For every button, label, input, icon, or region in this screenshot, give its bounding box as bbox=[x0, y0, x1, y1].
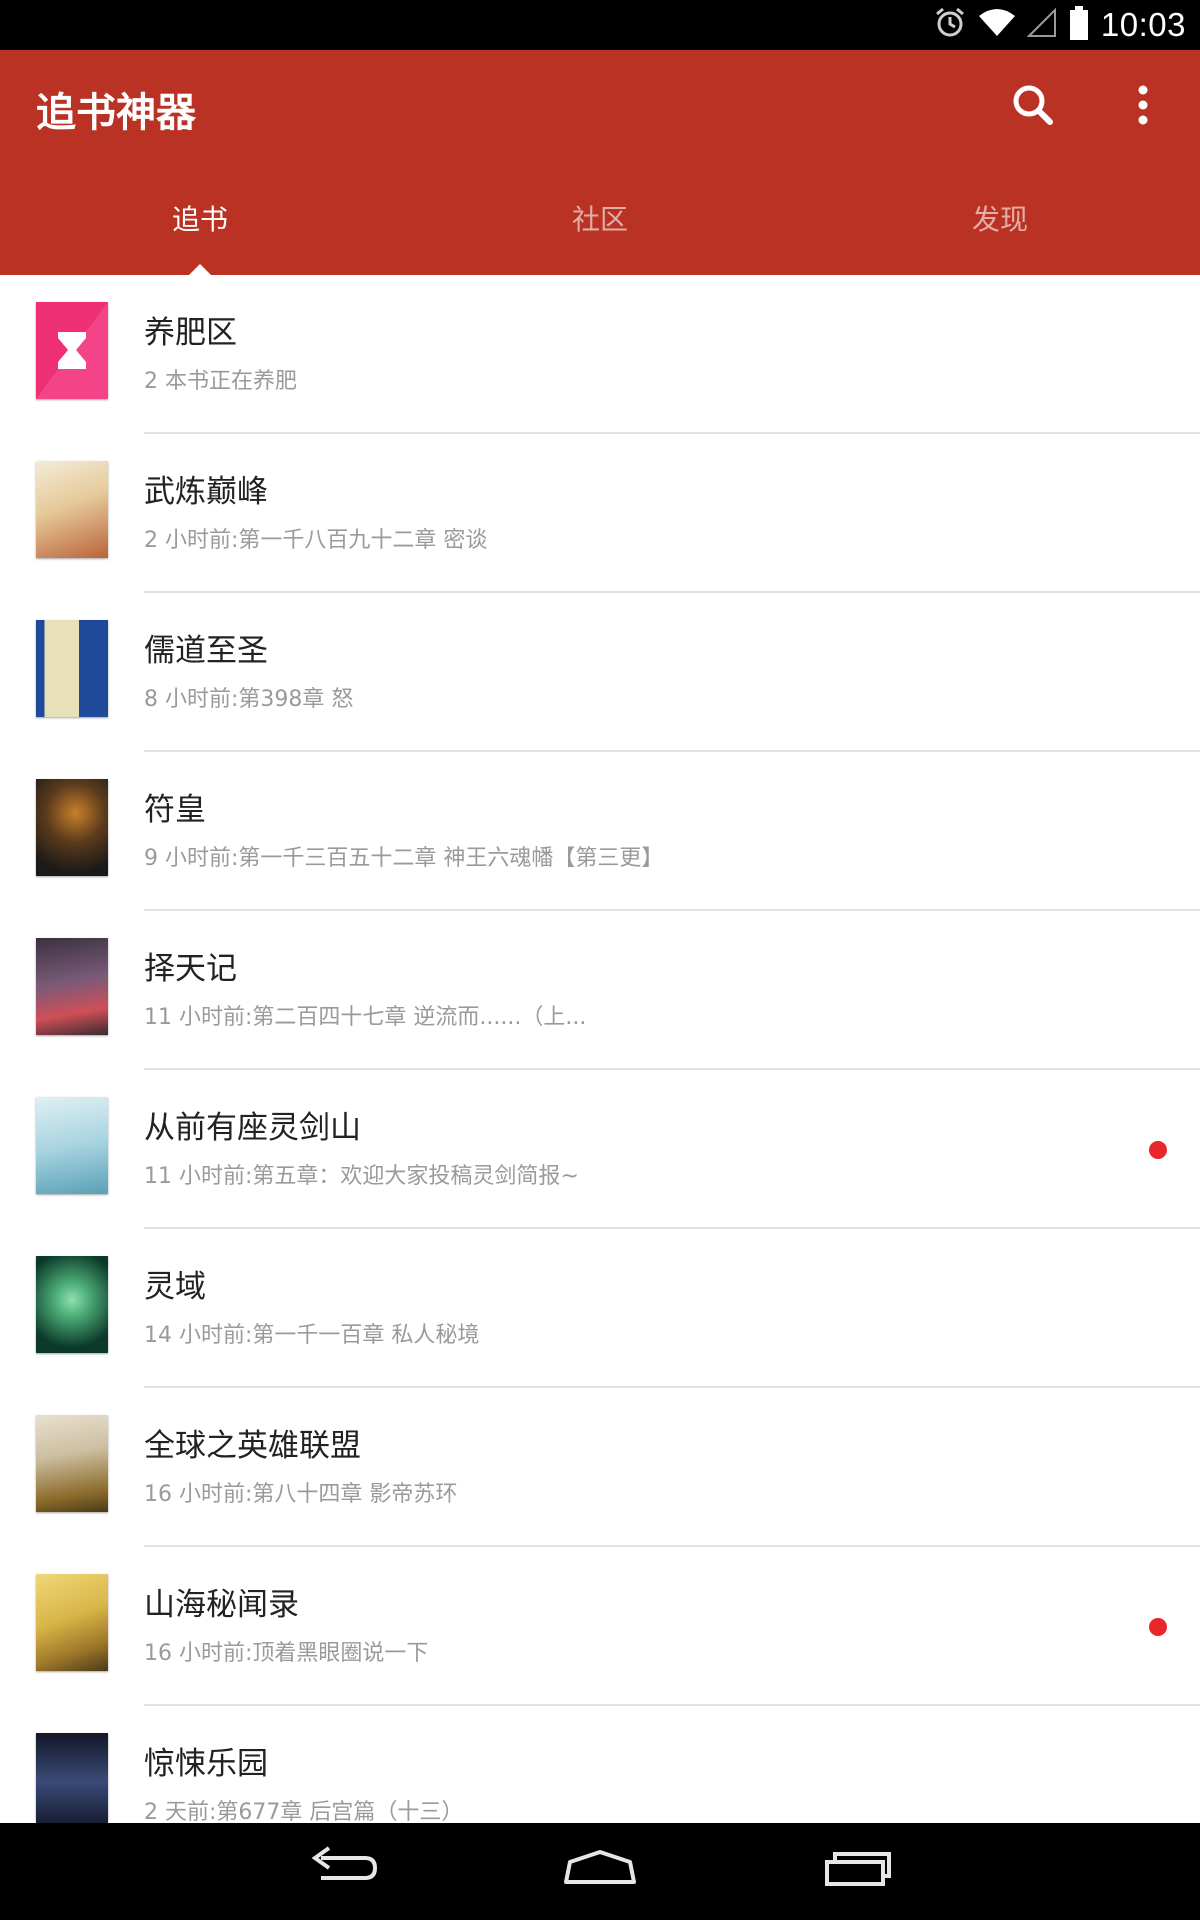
alarm-icon bbox=[933, 6, 967, 44]
list-item[interactable]: 全球之英雄联盟 16 小时前:第八十四章 影帝苏环 bbox=[0, 1388, 1200, 1547]
cell-signal-icon bbox=[1026, 7, 1057, 42]
book-cover bbox=[36, 1097, 108, 1194]
home-icon bbox=[560, 1844, 640, 1898]
recents-button[interactable] bbox=[807, 1841, 907, 1901]
list-item[interactable]: 儒道至圣 8 小时前:第398章 怒 bbox=[0, 593, 1200, 752]
more-vert-icon bbox=[1118, 85, 1168, 134]
book-subtitle: 2 天前:第677章 后宫篇（十三） bbox=[144, 1800, 464, 1823]
book-subtitle: 11 小时前:第二百四十七章 逆流而......（上... bbox=[144, 1005, 587, 1030]
app-bar: 追书神器 追书 社区 发现 bbox=[0, 50, 1200, 275]
home-button[interactable] bbox=[550, 1841, 650, 1901]
list-item[interactable]: 武炼巅峰 2 小时前:第一千八百九十二章 密谈 bbox=[0, 434, 1200, 593]
status-time: 10:03 bbox=[1100, 6, 1186, 43]
status-bar: 10:03 bbox=[0, 0, 1200, 50]
book-cover bbox=[36, 620, 108, 717]
book-cover bbox=[36, 461, 108, 558]
book-subtitle: 16 小时前:第八十四章 影帝苏环 bbox=[144, 1482, 458, 1507]
book-list[interactable]: 养肥区 2 本书正在养肥 武炼巅峰 2 小时前:第一千八百九十二章 密谈 儒道至… bbox=[0, 275, 1200, 1823]
tab-label: 发现 bbox=[971, 202, 1028, 236]
unread-indicator bbox=[1149, 1618, 1167, 1636]
book-title: 武炼巅峰 bbox=[144, 474, 268, 510]
tab-discover[interactable]: 发现 bbox=[800, 160, 1200, 275]
tab-follow[interactable]: 追书 bbox=[0, 160, 400, 275]
tab-indicator bbox=[189, 264, 211, 275]
list-item[interactable]: 灵域 14 小时前:第一千一百章 私人秘境 bbox=[0, 1229, 1200, 1388]
book-subtitle: 14 小时前:第一千一百章 私人秘境 bbox=[144, 1323, 480, 1348]
navigation-bar bbox=[0, 1823, 1200, 1920]
hourglass-icon bbox=[36, 302, 108, 399]
tab-community[interactable]: 社区 bbox=[400, 160, 800, 275]
search-icon bbox=[1008, 85, 1058, 134]
book-title: 惊悚乐园 bbox=[144, 1746, 268, 1782]
book-title: 灵域 bbox=[144, 1269, 206, 1305]
list-item[interactable]: 择天记 11 小时前:第二百四十七章 逆流而......（上... bbox=[0, 911, 1200, 1070]
book-cover bbox=[36, 938, 108, 1035]
list-item[interactable]: 符皇 9 小时前:第一千三百五十二章 神王六魂幡【第三更】 bbox=[0, 752, 1200, 911]
book-subtitle: 16 小时前:顶着黑眼圈说一下 bbox=[144, 1641, 429, 1666]
list-item[interactable]: 从前有座灵剑山 11 小时前:第五章：欢迎大家投稿灵剑简报~ bbox=[0, 1070, 1200, 1229]
book-cover bbox=[36, 1256, 108, 1353]
status-icons: 10:03 bbox=[933, 0, 1186, 50]
book-title: 从前有座灵剑山 bbox=[144, 1110, 361, 1146]
book-title: 养肥区 bbox=[144, 315, 237, 351]
list-item[interactable]: 惊悚乐园 2 天前:第677章 后宫篇（十三） bbox=[0, 1706, 1200, 1823]
tab-label: 追书 bbox=[171, 202, 228, 236]
book-title: 全球之英雄联盟 bbox=[144, 1428, 361, 1464]
book-title: 择天记 bbox=[144, 951, 237, 987]
book-cover bbox=[36, 779, 108, 876]
hourglass-cover bbox=[36, 302, 108, 399]
back-icon bbox=[303, 1844, 383, 1898]
wifi-icon bbox=[978, 8, 1015, 42]
book-subtitle: 2 小时前:第一千八百九十二章 密谈 bbox=[144, 528, 488, 553]
book-subtitle: 2 本书正在养肥 bbox=[144, 369, 297, 394]
book-cover bbox=[36, 1574, 108, 1671]
back-button[interactable] bbox=[293, 1841, 393, 1901]
book-subtitle: 8 小时前:第398章 怒 bbox=[144, 687, 354, 712]
battery-icon bbox=[1069, 6, 1089, 44]
list-item-fattening[interactable]: 养肥区 2 本书正在养肥 bbox=[0, 275, 1200, 434]
book-title: 符皇 bbox=[144, 792, 206, 828]
list-item[interactable]: 山海秘闻录 16 小时前:顶着黑眼圈说一下 bbox=[0, 1547, 1200, 1706]
book-cover bbox=[36, 1733, 108, 1823]
tab-label: 社区 bbox=[571, 202, 628, 236]
more-options-button[interactable] bbox=[1118, 80, 1168, 130]
book-subtitle: 9 小时前:第一千三百五十二章 神王六魂幡【第三更】 bbox=[144, 846, 664, 871]
app-title: 追书神器 bbox=[36, 90, 196, 136]
tab-bar: 追书 社区 发现 bbox=[0, 160, 1200, 275]
book-subtitle: 11 小时前:第五章：欢迎大家投稿灵剑简报~ bbox=[144, 1164, 579, 1189]
search-button[interactable] bbox=[1008, 80, 1058, 130]
recents-icon bbox=[817, 1844, 897, 1898]
book-title: 儒道至圣 bbox=[144, 633, 268, 669]
book-cover bbox=[36, 1415, 108, 1512]
unread-indicator bbox=[1149, 1141, 1167, 1159]
book-title: 山海秘闻录 bbox=[144, 1587, 299, 1623]
